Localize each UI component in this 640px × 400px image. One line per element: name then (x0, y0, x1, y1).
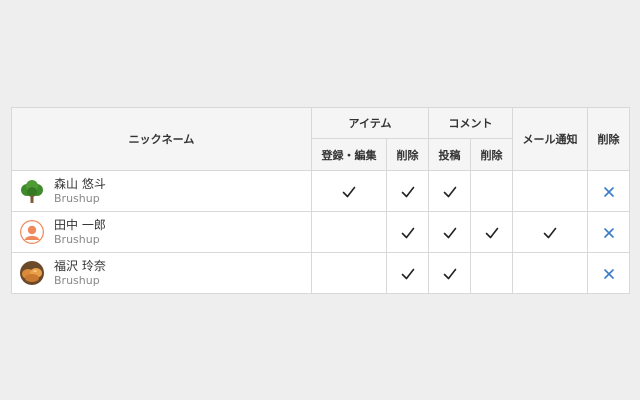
delete-cell (587, 170, 630, 212)
perm-cell-comment-post[interactable] (428, 252, 471, 294)
permissions-table: ニックネーム アイテム コメント メール通知 削除 登録・編集 削除 投稿 削除… (11, 107, 630, 294)
comment-post-header: 投稿 (428, 138, 471, 171)
check-icon (543, 227, 557, 239)
perm-cell-mail-notify[interactable] (512, 211, 588, 253)
close-icon (603, 187, 614, 197)
table-row: 森山 悠斗 Brushup (11, 170, 630, 212)
perm-cell-comment-delete[interactable] (470, 252, 513, 294)
perm-cell-item-delete[interactable] (386, 252, 429, 294)
perm-cell-mail-notify[interactable] (512, 170, 588, 212)
comment-group-header: コメント (428, 107, 513, 139)
delete-header: 削除 (587, 107, 630, 171)
delete-user-button[interactable] (603, 223, 614, 242)
user-cell: 福沢 玲奈 Brushup (11, 252, 312, 294)
perm-cell-comment-post[interactable] (428, 211, 471, 253)
user-name: 森山 悠斗 (54, 176, 106, 191)
nickname-header: ニックネーム (11, 107, 312, 171)
table-row: 福沢 玲奈 Brushup (11, 252, 630, 294)
check-icon (401, 268, 414, 280)
person-avatar-icon (20, 220, 44, 244)
check-icon (401, 186, 414, 198)
check-icon (443, 186, 456, 198)
check-icon (443, 268, 456, 280)
perm-cell-item-register-edit[interactable] (311, 252, 387, 294)
check-icon (485, 227, 498, 239)
close-icon (603, 269, 614, 279)
mail-notify-header: メール通知 (512, 107, 588, 171)
user-team: Brushup (54, 232, 100, 246)
user-cell: 田中 一郎 Brushup (11, 211, 312, 253)
tree-avatar-icon (20, 179, 44, 203)
comment-delete-header: 削除 (470, 138, 513, 171)
user-team: Brushup (54, 273, 100, 287)
user-team: Brushup (54, 191, 100, 205)
delete-user-button[interactable] (603, 264, 614, 283)
item-register-edit-header: 登録・編集 (311, 138, 387, 171)
perm-cell-item-delete[interactable] (386, 170, 429, 212)
check-icon (443, 227, 456, 239)
item-group-header: アイテム (311, 107, 429, 139)
perm-cell-item-delete[interactable] (386, 211, 429, 253)
close-icon (603, 228, 614, 238)
delete-user-button[interactable] (603, 182, 614, 201)
delete-cell (587, 211, 630, 253)
delete-cell (587, 252, 630, 294)
perm-cell-item-register-edit[interactable] (311, 211, 387, 253)
check-icon (342, 186, 356, 198)
table-row: 田中 一郎 Brushup (11, 211, 630, 253)
user-cell: 森山 悠斗 Brushup (11, 170, 312, 212)
perm-cell-comment-delete[interactable] (470, 211, 513, 253)
user-name: 福沢 玲奈 (54, 258, 106, 273)
perm-cell-item-register-edit[interactable] (311, 170, 387, 212)
user-name: 田中 一郎 (54, 217, 106, 232)
item-delete-header: 削除 (386, 138, 429, 171)
bread-avatar-icon (20, 261, 44, 285)
perm-cell-comment-delete[interactable] (470, 170, 513, 212)
check-icon (401, 227, 414, 239)
perm-cell-comment-post[interactable] (428, 170, 471, 212)
perm-cell-mail-notify[interactable] (512, 252, 588, 294)
